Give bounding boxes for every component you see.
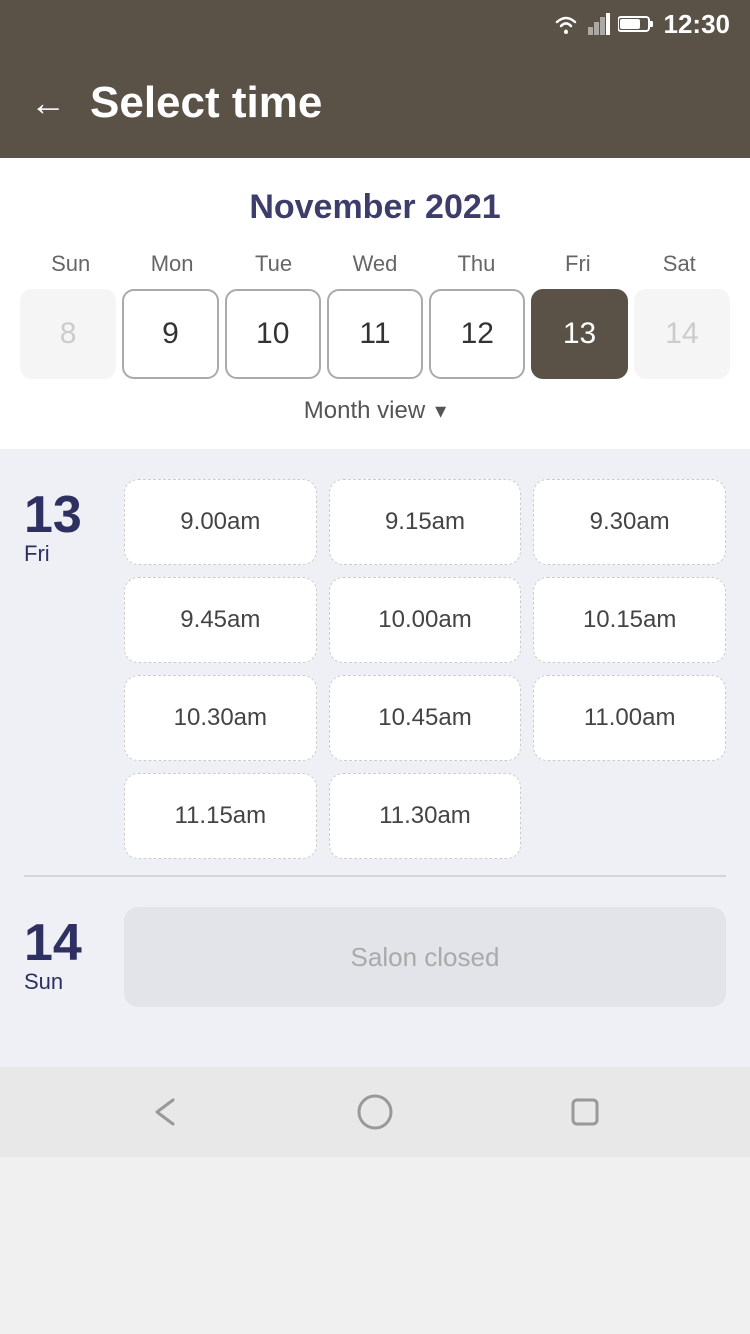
day-8[interactable]: 8: [20, 289, 116, 379]
time-slot-930am[interactable]: 9.30am: [533, 479, 726, 565]
day-13-name: Fri: [24, 541, 50, 567]
time-slot-915am[interactable]: 9.15am: [329, 479, 522, 565]
time-slot-1015am[interactable]: 10.15am: [533, 577, 726, 663]
navigation-bar: [0, 1067, 750, 1157]
month-view-label: Month view: [304, 397, 425, 425]
time-section: 13 Fri 9.00am 9.15am 9.30am 9.45am 10.00…: [0, 449, 750, 1067]
day-13-time-grid: 9.00am 9.15am 9.30am 9.45am 10.00am 10.1…: [124, 479, 726, 859]
status-bar: 12:30: [0, 0, 750, 48]
weekday-thu: Thu: [426, 251, 527, 277]
section-divider: [24, 875, 726, 877]
weekday-tue: Tue: [223, 251, 324, 277]
page-title: Select time: [90, 78, 322, 128]
nav-back-button[interactable]: [140, 1087, 190, 1137]
back-button[interactable]: ←: [30, 85, 66, 121]
day-13-number: 13: [24, 489, 82, 541]
weekday-mon: Mon: [121, 251, 222, 277]
battery-icon: [618, 14, 654, 34]
weekday-sat: Sat: [629, 251, 730, 277]
nav-recent-button[interactable]: [560, 1087, 610, 1137]
header: ← Select time: [0, 48, 750, 158]
weekday-fri: Fri: [527, 251, 628, 277]
day-14-name: Sun: [24, 969, 63, 995]
home-nav-icon: [355, 1092, 395, 1132]
time-slot-900am[interactable]: 9.00am: [124, 479, 317, 565]
day-13-block: 13 Fri 9.00am 9.15am 9.30am 9.45am 10.00…: [24, 479, 726, 859]
time-slot-1130am[interactable]: 11.30am: [329, 773, 522, 859]
weekday-wed: Wed: [324, 251, 425, 277]
recent-nav-icon: [565, 1092, 605, 1132]
day-14[interactable]: 14: [634, 289, 730, 379]
chevron-down-icon: ▾: [435, 398, 446, 424]
time-slot-1000am[interactable]: 10.00am: [329, 577, 522, 663]
month-view-toggle[interactable]: Month view ▾: [20, 397, 730, 425]
day-14-number: 14: [24, 917, 82, 969]
day-13-label: 13 Fri: [24, 479, 104, 859]
back-nav-icon: [145, 1092, 185, 1132]
day-13[interactable]: 13: [531, 289, 627, 379]
days-row: 8 9 10 11 12 13 14: [20, 289, 730, 379]
day-14-label: 14 Sun: [24, 907, 104, 1007]
day-14-block: 14 Sun Salon closed: [24, 907, 726, 1007]
wifi-icon: [552, 13, 580, 35]
time-slot-1045am[interactable]: 10.45am: [329, 675, 522, 761]
month-year-label: November 2021: [20, 188, 730, 227]
calendar-section: November 2021 Sun Mon Tue Wed Thu Fri Sa…: [0, 158, 750, 449]
nav-home-button[interactable]: [350, 1087, 400, 1137]
weekday-headers: Sun Mon Tue Wed Thu Fri Sat: [20, 251, 730, 277]
time-slot-1100am[interactable]: 11.00am: [533, 675, 726, 761]
signal-icon: [588, 13, 610, 35]
day-11[interactable]: 11: [327, 289, 423, 379]
day-10[interactable]: 10: [225, 289, 321, 379]
time-slot-1115am[interactable]: 11.15am: [124, 773, 317, 859]
status-icons: [552, 13, 654, 35]
time-slot-1030am[interactable]: 10.30am: [124, 675, 317, 761]
salon-closed-label: Salon closed: [351, 942, 500, 973]
weekday-sun: Sun: [20, 251, 121, 277]
salon-closed-box: Salon closed: [124, 907, 726, 1007]
day-12[interactable]: 12: [429, 289, 525, 379]
status-time: 12:30: [664, 9, 731, 40]
day-9[interactable]: 9: [122, 289, 218, 379]
time-slot-945am[interactable]: 9.45am: [124, 577, 317, 663]
